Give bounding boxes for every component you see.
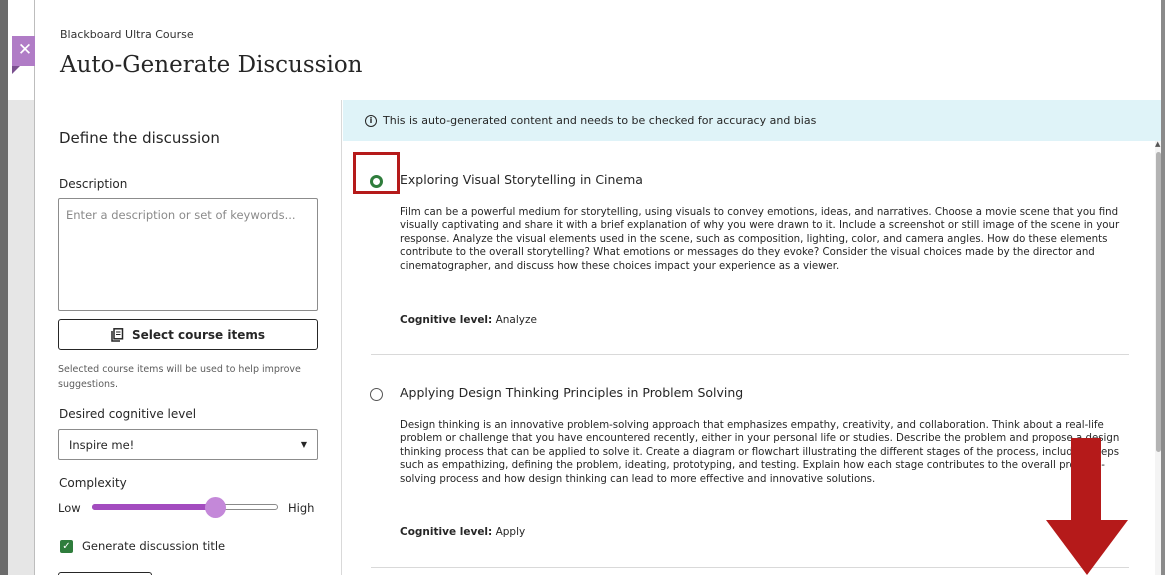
define-discussion-panel: Define the discussion Description Enter … bbox=[35, 100, 342, 575]
complexity-low-label: Low bbox=[58, 501, 81, 515]
complexity-high-label: High bbox=[288, 501, 315, 515]
divider bbox=[371, 567, 1129, 568]
notice-text: This is auto-generated content and needs… bbox=[383, 114, 817, 127]
annotation-down-arrow-icon bbox=[1046, 438, 1128, 575]
panel-header: Blackboard Ultra Course Auto-Generate Di… bbox=[35, 0, 1161, 100]
checkbox-checked-icon[interactable]: ✓ bbox=[60, 539, 73, 553]
complexity-label: Complexity bbox=[59, 476, 127, 490]
cognitive-level-prefix: Cognitive level: bbox=[400, 314, 493, 326]
description-input[interactable]: Enter a description or set of keywords..… bbox=[58, 198, 318, 311]
suggestion-title: Exploring Visual Storytelling in Cinema bbox=[400, 172, 643, 187]
page-title: Auto-Generate Discussion bbox=[60, 52, 363, 78]
cognitive-level-value: Inspire me! bbox=[69, 437, 135, 452]
suggestions-panel: i This is auto-generated content and nee… bbox=[343, 100, 1161, 575]
close-icon: ✕ bbox=[17, 40, 33, 60]
backdrop-band bbox=[8, 100, 34, 575]
cognitive-level-value: Apply bbox=[495, 526, 526, 538]
select-course-items-label: Select course items bbox=[132, 327, 265, 342]
panel-heading: Define the discussion bbox=[59, 129, 220, 147]
description-label: Description bbox=[59, 177, 128, 191]
scroll-up-icon[interactable]: ▲ bbox=[1155, 140, 1161, 148]
radio-unselected[interactable] bbox=[370, 388, 383, 401]
slider-thumb[interactable] bbox=[204, 497, 226, 518]
divider bbox=[371, 354, 1129, 355]
scrollbar-thumb[interactable] bbox=[1156, 152, 1161, 452]
suggestion-body: Film can be a powerful medium for storyt… bbox=[400, 207, 1120, 272]
generate-title-option[interactable]: ✓ Generate discussion title bbox=[60, 539, 225, 553]
info-icon: i bbox=[365, 114, 377, 127]
suggestion-body: Design thinking is an innovative problem… bbox=[400, 420, 1120, 485]
annotation-highlight-box bbox=[353, 152, 400, 194]
window-frame-right bbox=[1161, 0, 1165, 575]
cognitive-level-text: Cognitive level: Apply bbox=[400, 526, 525, 538]
window-frame-left bbox=[0, 0, 8, 575]
course-name: Blackboard Ultra Course bbox=[60, 28, 194, 41]
generate-title-label: Generate discussion title bbox=[82, 539, 226, 553]
complexity-slider[interactable]: Low High bbox=[58, 497, 323, 518]
document-icon bbox=[111, 327, 124, 342]
auto-generated-notice: i This is auto-generated content and nee… bbox=[343, 100, 1161, 141]
suggestion-title: Applying Design Thinking Principles in P… bbox=[400, 385, 744, 400]
cognitive-level-text: Cognitive level: Analyze bbox=[400, 314, 537, 326]
cognitive-level-label: Desired cognitive level bbox=[59, 407, 197, 421]
cognitive-level-value: Analyze bbox=[495, 314, 537, 326]
caret-down-icon: ▼ bbox=[300, 440, 307, 449]
cognitive-level-select[interactable]: Inspire me! ▼ bbox=[58, 429, 318, 460]
cognitive-level-prefix: Cognitive level: bbox=[400, 526, 493, 538]
slider-fill bbox=[92, 504, 215, 510]
select-course-items-button[interactable]: Select course items bbox=[58, 319, 318, 350]
helper-text: Selected course items will be used to he… bbox=[58, 364, 301, 390]
